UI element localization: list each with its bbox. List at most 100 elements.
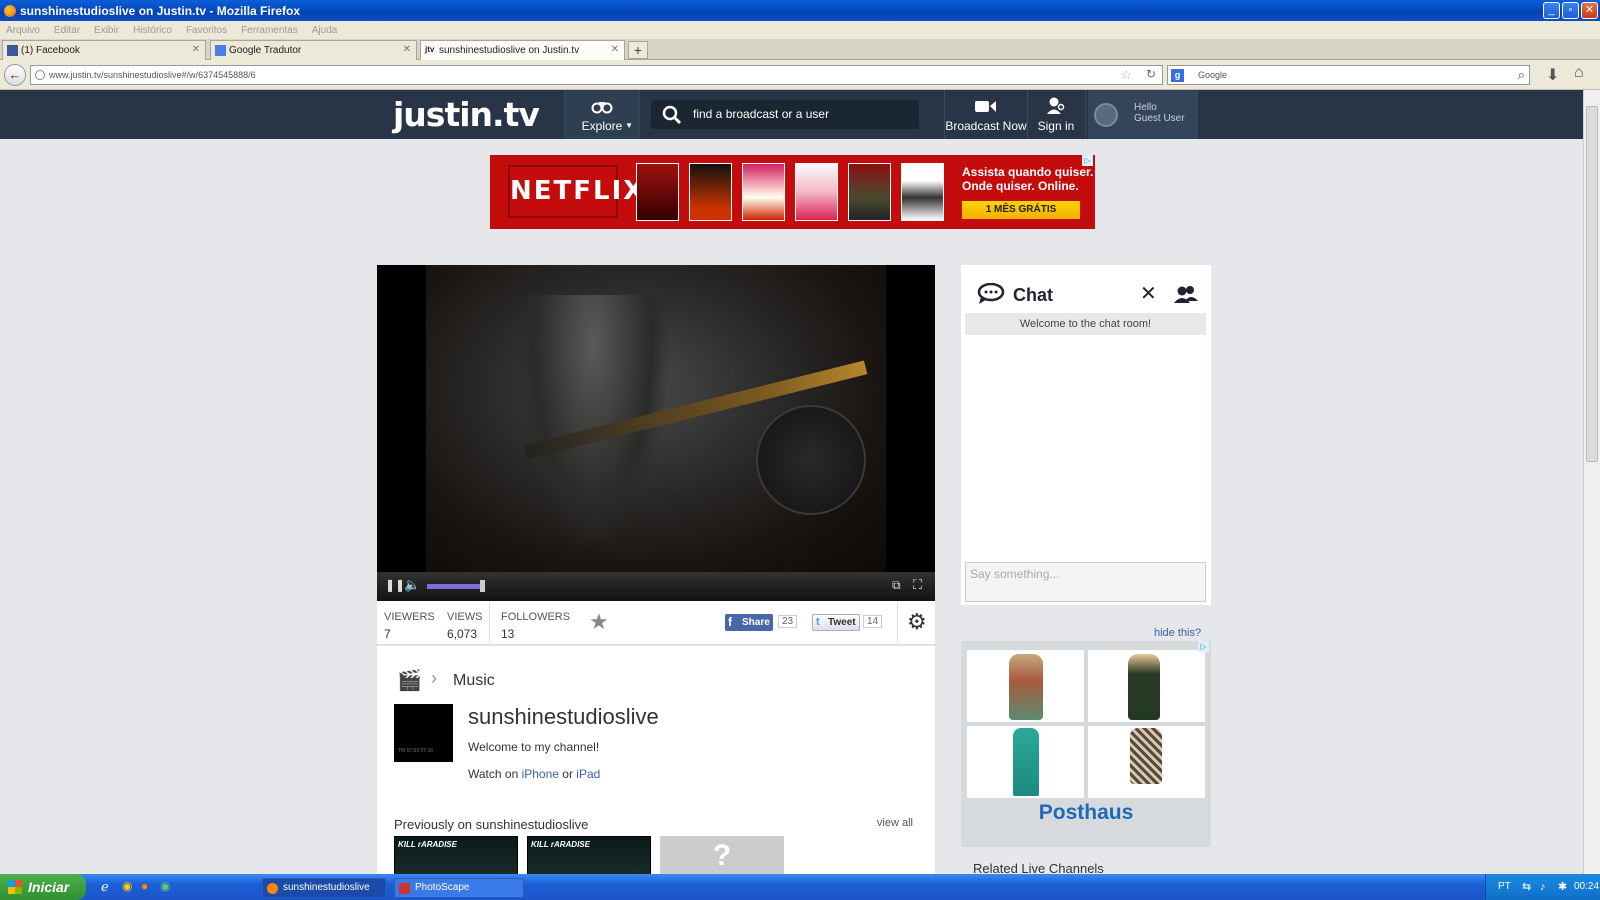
chat-title: Chat: [1013, 285, 1053, 305]
browser-search-bar[interactable]: g Google ⌕: [1167, 65, 1530, 85]
dress-image: [967, 650, 1084, 722]
video-camera-icon: [975, 101, 996, 112]
ad-line-1: Assista quando quiser.: [962, 165, 1094, 179]
reload-icon[interactable]: ↻: [1146, 67, 1156, 81]
iphone-link[interactable]: iPhone: [522, 767, 559, 781]
netflix-ad-banner[interactable]: NETFLIX Assista quando quiser. Onde quis…: [490, 155, 1095, 229]
download-icon[interactable]: ⬇: [1546, 65, 1559, 85]
tray-app-icon[interactable]: ✱: [1558, 874, 1567, 900]
minimize-button[interactable]: _: [1543, 2, 1560, 19]
facebook-share-button[interactable]: f Share: [725, 614, 773, 631]
menu-historico[interactable]: Histórico: [133, 25, 172, 36]
window-title-bar: sunshinestudioslive on Justin.tv - Mozil…: [0, 0, 1600, 21]
close-tab-icon[interactable]: ✕: [192, 44, 200, 55]
close-tab-icon[interactable]: ✕: [611, 44, 619, 55]
back-button[interactable]: ←: [4, 64, 26, 86]
broadcast-now-button[interactable]: Broadcast Now: [945, 90, 1027, 139]
pause-icon[interactable]: ❚❚: [385, 578, 405, 592]
scrollbar-thumb[interactable]: [1586, 106, 1598, 462]
watch-on-label: Watch on: [468, 767, 522, 781]
volume-slider[interactable]: [427, 584, 483, 589]
ipad-link[interactable]: iPad: [576, 767, 600, 781]
video-player[interactable]: ❚❚ 🔈 ⧉ ⛶: [377, 265, 935, 601]
chat-tools-icon[interactable]: ✕: [1140, 281, 1157, 306]
menu-ferramentas[interactable]: Ferramentas: [241, 25, 298, 36]
past-broadcast-thumbnail[interactable]: KILL rARADISE: [527, 836, 651, 874]
stats-bar: VIEWERS 7 VIEWS 6,073 FOLLOWERS 13 ★ f S…: [377, 601, 935, 645]
posthaus-ad[interactable]: Posthaus ▷: [961, 641, 1211, 847]
taskbar-firefox-window[interactable]: sunshinestudioslive o...: [262, 878, 386, 898]
browser-search-placeholder: Google: [1198, 70, 1228, 80]
globe-icon: [35, 70, 45, 80]
view-all-link[interactable]: view all: [877, 817, 913, 829]
hello-label: Hello: [1134, 102, 1157, 113]
follow-star-icon[interactable]: ★: [589, 609, 609, 635]
category-link[interactable]: Music: [453, 672, 495, 690]
task-label: sunshinestudioslive o...: [283, 882, 370, 893]
system-tray: PT ⇆ ♪ ✱ 00:24: [1485, 874, 1600, 900]
fullscreen-icon[interactable]: ⛶: [913, 577, 922, 593]
tray-network-icon[interactable]: ⇆: [1522, 874, 1531, 900]
video-stream[interactable]: [426, 265, 886, 572]
chat-users-icon[interactable]: [1173, 285, 1199, 305]
menu-ajuda[interactable]: Ajuda: [312, 25, 338, 36]
search-magnifier-icon[interactable]: ⌕: [1518, 67, 1525, 83]
search-icon: [662, 105, 682, 125]
ad-line-2: Onde quiser. Online.: [962, 179, 1079, 193]
volume-slider-handle[interactable]: [480, 580, 485, 592]
language-indicator[interactable]: PT: [1498, 874, 1511, 900]
settings-gear-icon[interactable]: ⚙: [907, 609, 927, 635]
star-bookmark-icon[interactable]: ☆: [1120, 67, 1132, 83]
maximize-button[interactable]: ▫: [1562, 2, 1579, 19]
sign-in-button[interactable]: Sign in: [1028, 90, 1084, 139]
tab-label: sunshinestudioslive on Justin.tv: [439, 45, 580, 56]
past-broadcast-placeholder[interactable]: ?: [660, 836, 784, 874]
guest-user-menu[interactable]: Hello Guest User: [1088, 90, 1198, 139]
url-bar[interactable]: www.justin.tv/sunshinestudioslive#/w/637…: [30, 65, 1163, 85]
explore-button[interactable]: Explore ▼: [565, 90, 639, 139]
hide-ad-link[interactable]: hide this?: [1154, 627, 1201, 639]
windows-logo-icon: [8, 880, 22, 894]
firefox-icon: [267, 883, 278, 894]
tweet-button[interactable]: t Tweet: [812, 614, 860, 631]
share-count: 23: [778, 615, 798, 628]
url-text: www.justin.tv/sunshinestudioslive#/w/637…: [49, 70, 256, 80]
close-window-button[interactable]: ✕: [1581, 2, 1598, 19]
tab-google-tradutor[interactable]: Google Tradutor ✕: [210, 40, 417, 60]
menu-editar[interactable]: Editar: [54, 25, 80, 36]
menu-arquivo[interactable]: Arquivo: [6, 25, 40, 36]
quicklaunch-firefox-icon[interactable]: ●: [141, 879, 148, 893]
page-scrollbar[interactable]: [1583, 90, 1600, 874]
dress-image: [967, 726, 1084, 798]
tab-justin-tv[interactable]: jtv sunshinestudioslive on Justin.tv ✕: [420, 40, 625, 60]
volume-icon[interactable]: 🔈: [404, 577, 420, 593]
new-tab-button[interactable]: +: [628, 41, 648, 59]
tray-volume-icon[interactable]: ♪: [1540, 874, 1546, 900]
popout-icon[interactable]: ⧉: [892, 578, 901, 593]
channel-avatar[interactable]: TM 07:03 07:16: [394, 704, 453, 762]
close-tab-icon[interactable]: ✕: [403, 44, 411, 55]
home-icon[interactable]: ⌂: [1574, 64, 1584, 82]
web-page: justin.tv Explore ▼ find a broadcast or …: [0, 90, 1583, 874]
ad-cta-button[interactable]: 1 MÊS GRÁTIS: [962, 201, 1080, 219]
quicklaunch-chrome-icon[interactable]: ◉: [122, 879, 132, 893]
site-header: justin.tv Explore ▼ find a broadcast or …: [0, 90, 1583, 139]
chat-input[interactable]: Say something...: [965, 562, 1206, 602]
site-search-input[interactable]: find a broadcast or a user: [651, 100, 919, 129]
tab-facebook[interactable]: (1) Facebook ✕: [2, 40, 206, 60]
past-broadcast-thumbnail[interactable]: KILL rARADISE: [394, 836, 518, 874]
guest-user-label: Guest User: [1134, 113, 1185, 124]
start-button[interactable]: Iniciar: [0, 874, 86, 900]
menu-favoritos[interactable]: Favoritos: [186, 25, 227, 36]
previously-heading: Previously on sunshinestudioslive: [394, 817, 589, 832]
justin-tv-logo[interactable]: justin.tv: [393, 95, 540, 134]
facebook-icon: [7, 45, 18, 56]
quicklaunch-ie-icon[interactable]: ℯ: [101, 879, 109, 895]
menu-exibir[interactable]: Exibir: [94, 25, 119, 36]
adchoices-icon[interactable]: ▷: [1198, 641, 1209, 652]
movie-poster: [742, 163, 785, 221]
taskbar-photoscape-window[interactable]: PhotoScape: [394, 878, 524, 898]
chat-panel: Chat ✕ Welcome to the chat room!: [961, 265, 1211, 605]
adchoices-icon[interactable]: ▷: [1082, 155, 1093, 166]
quicklaunch-app-icon[interactable]: ◉: [160, 879, 170, 893]
